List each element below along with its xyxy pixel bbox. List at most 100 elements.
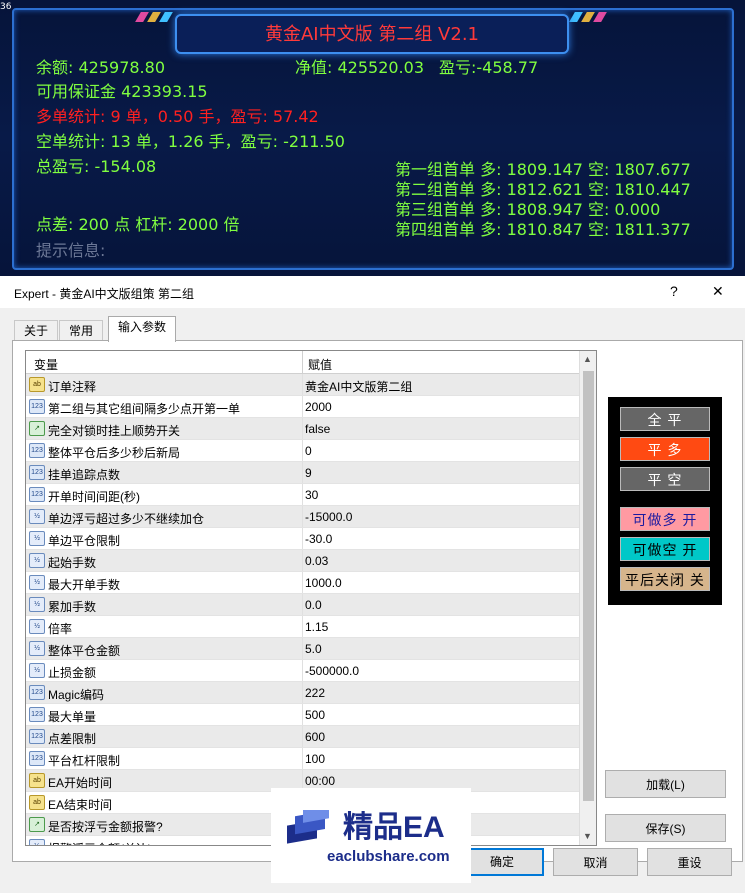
table-row[interactable]: 123 平台杠杆限制 100 [26,748,579,770]
param-name: 单边浮亏超过多少不继续加仓 [48,512,205,526]
param-value[interactable]: false [305,422,330,436]
tab-common[interactable]: 常用 [59,320,104,341]
table-row[interactable]: 123 Magic编码 222 [26,682,579,704]
table-row[interactable]: ab 订单注释 黄金AI中文版第二组 [26,374,579,396]
table-row[interactable]: ↗ 完全对锁时挂上顺势开关 false [26,418,579,440]
param-value[interactable]: 600 [305,730,325,744]
dialog-titlebar[interactable]: Expert - 黄金AI中文版组策 第二组 ? ✕ [0,276,745,308]
scroll-down-icon[interactable]: ▼ [583,831,592,841]
param-type-icon: ab [29,773,45,788]
param-value[interactable]: 30 [305,488,318,502]
param-type-icon: ½ [29,641,45,656]
close-buy-button[interactable]: 平 多 [620,437,710,461]
can-buy-toggle[interactable]: 可做多 开 [620,507,710,531]
table-row[interactable]: ½ 累加手数 0.0 [26,594,579,616]
table-row[interactable]: ½ 单边平仓限制 -30.0 [26,528,579,550]
ea-dashboard: 36 黄金AI中文版 第二组 V2.1 余额: 425978.80 净值: 42… [0,0,745,276]
column-value[interactable]: 赋值 [308,356,332,373]
grid-header: 变量 赋值 [26,351,579,374]
param-name: 最大开单手数 [48,578,121,592]
param-value[interactable]: 9 [305,466,312,480]
parameter-grid[interactable]: 变量 赋值 ab 订单注释 黄金AI中文版第二组 123 第二组与其它组间隔多少点开第一… [25,350,597,846]
param-type-icon: 123 [29,707,45,722]
watermark-brand: 精品EA [343,811,445,844]
param-value[interactable]: 1000.0 [305,576,342,590]
control-panel: 全 平 平 多 平 空 可做多 开 可做空 开 平后关闭 关 [608,397,722,605]
vertical-scrollbar[interactable]: ▲ ▼ [579,351,596,845]
param-type-icon: 123 [29,443,45,458]
param-type-icon: ½ [29,619,45,634]
param-value[interactable]: 黄金AI中文版第二组 [305,378,412,395]
watermark-logo-icon [287,810,329,844]
table-row[interactable]: 123 开单时间间距(秒) 30 [26,484,579,506]
tab-inputs[interactable]: 输入参数 [108,316,177,342]
param-value[interactable]: 0 [305,444,312,458]
hint-text: 提示信息: [36,241,106,260]
table-row[interactable]: ½ 倍率 1.15 [26,616,579,638]
param-value[interactable]: 5.0 [305,642,322,656]
param-value[interactable]: 00:00 [305,774,335,788]
reset-button[interactable]: 重设 [647,848,732,876]
close-all-button[interactable]: 全 平 [620,407,710,431]
param-type-icon: ½ [29,597,45,612]
param-name: 第二组与其它组间隔多少点开第一单 [48,402,241,416]
table-row[interactable]: 123 最大单量 500 [26,704,579,726]
close-icon[interactable]: ✕ [712,283,724,300]
param-value[interactable]: 0.0 [305,598,322,612]
param-value[interactable]: -500000.0 [305,664,359,678]
param-name: 整体平仓金额 [48,644,121,658]
balance-text: 余额: 425978.80 [36,58,166,77]
param-value[interactable]: 1.15 [305,620,328,634]
table-row[interactable]: ½ 止损金额 -500000.0 [26,660,579,682]
table-row[interactable]: ½ 单边浮亏超过多少不继续加仓 -15000.0 [26,506,579,528]
scroll-thumb[interactable] [583,371,594,801]
close-sell-button[interactable]: 平 空 [620,467,710,491]
table-row[interactable]: 123 第二组与其它组间隔多少点开第一单 2000 [26,396,579,418]
dashboard-title: 黄金AI中文版 第二组 V2.1 [264,24,479,45]
column-variable[interactable]: 变量 [34,356,58,373]
param-type-icon: ab [29,795,45,810]
cancel-button[interactable]: 取消 [553,848,638,876]
param-value[interactable]: -15000.0 [305,510,352,524]
param-value[interactable]: 0.03 [305,554,328,568]
param-value[interactable]: 222 [305,686,325,700]
table-row[interactable]: ½ 最大开单手数 1000.0 [26,572,579,594]
help-icon[interactable]: ? [670,283,678,299]
expert-dialog: Expert - 黄金AI中文版组策 第二组 ? ✕ 关于 常用 输入参数 变量… [0,276,745,893]
param-type-icon: 123 [29,399,45,414]
tab-about[interactable]: 关于 [14,320,59,341]
param-value[interactable]: 500 [305,708,325,722]
param-value[interactable]: -30.0 [305,532,332,546]
ok-button[interactable]: 确定 [460,848,544,876]
save-button[interactable]: 保存(S) [605,814,726,842]
param-name: 平台杠杆限制 [48,754,121,768]
load-button[interactable]: 加载(L) [605,770,726,798]
param-value[interactable]: 2000 [305,400,332,414]
param-name: 是否按浮亏金额报警? [48,820,163,834]
grid-rows: ab 订单注释 黄金AI中文版第二组 123 第二组与其它组间隔多少点开第一单 2000 ↗… [26,374,579,845]
param-type-icon: ½ [29,839,45,845]
param-type-icon: 123 [29,751,45,766]
group4-text: 第四组首单 多: 1810.847 空: 1811.377 [395,220,691,239]
scroll-up-icon[interactable]: ▲ [583,354,592,364]
param-value[interactable]: 100 [305,752,325,766]
param-name: 单边平仓限制 [48,534,121,548]
buy-stats-text: 多单统计: 9 单，0.50 手，盈亏: 57.42 [36,107,319,126]
param-type-icon: ↗ [29,817,45,832]
close-after-toggle[interactable]: 平后关闭 关 [620,567,710,591]
spread-leverage-text: 点差: 200 点 杠杆: 2000 倍 [36,215,240,234]
table-row[interactable]: 123 整体平仓后多少秒后新局 0 [26,440,579,462]
watermark: 精品EA eaclubshare.com [271,788,471,883]
param-name: 起始手数 [48,556,97,570]
table-row[interactable]: ½ 起始手数 0.03 [26,550,579,572]
table-row[interactable]: ½ 整体平仓金额 5.0 [26,638,579,660]
profit-text: 盈亏:-458.77 [439,58,539,77]
can-sell-toggle[interactable]: 可做空 开 [620,537,710,561]
table-row[interactable]: 123 点差限制 600 [26,726,579,748]
param-name: 止损金额 [48,666,97,680]
param-type-icon: 123 [29,465,45,480]
table-row[interactable]: 123 挂单追踪点数 9 [26,462,579,484]
param-type-icon: ↗ [29,421,45,436]
param-type-icon: 123 [29,685,45,700]
param-name: EA结束时间 [48,798,113,812]
